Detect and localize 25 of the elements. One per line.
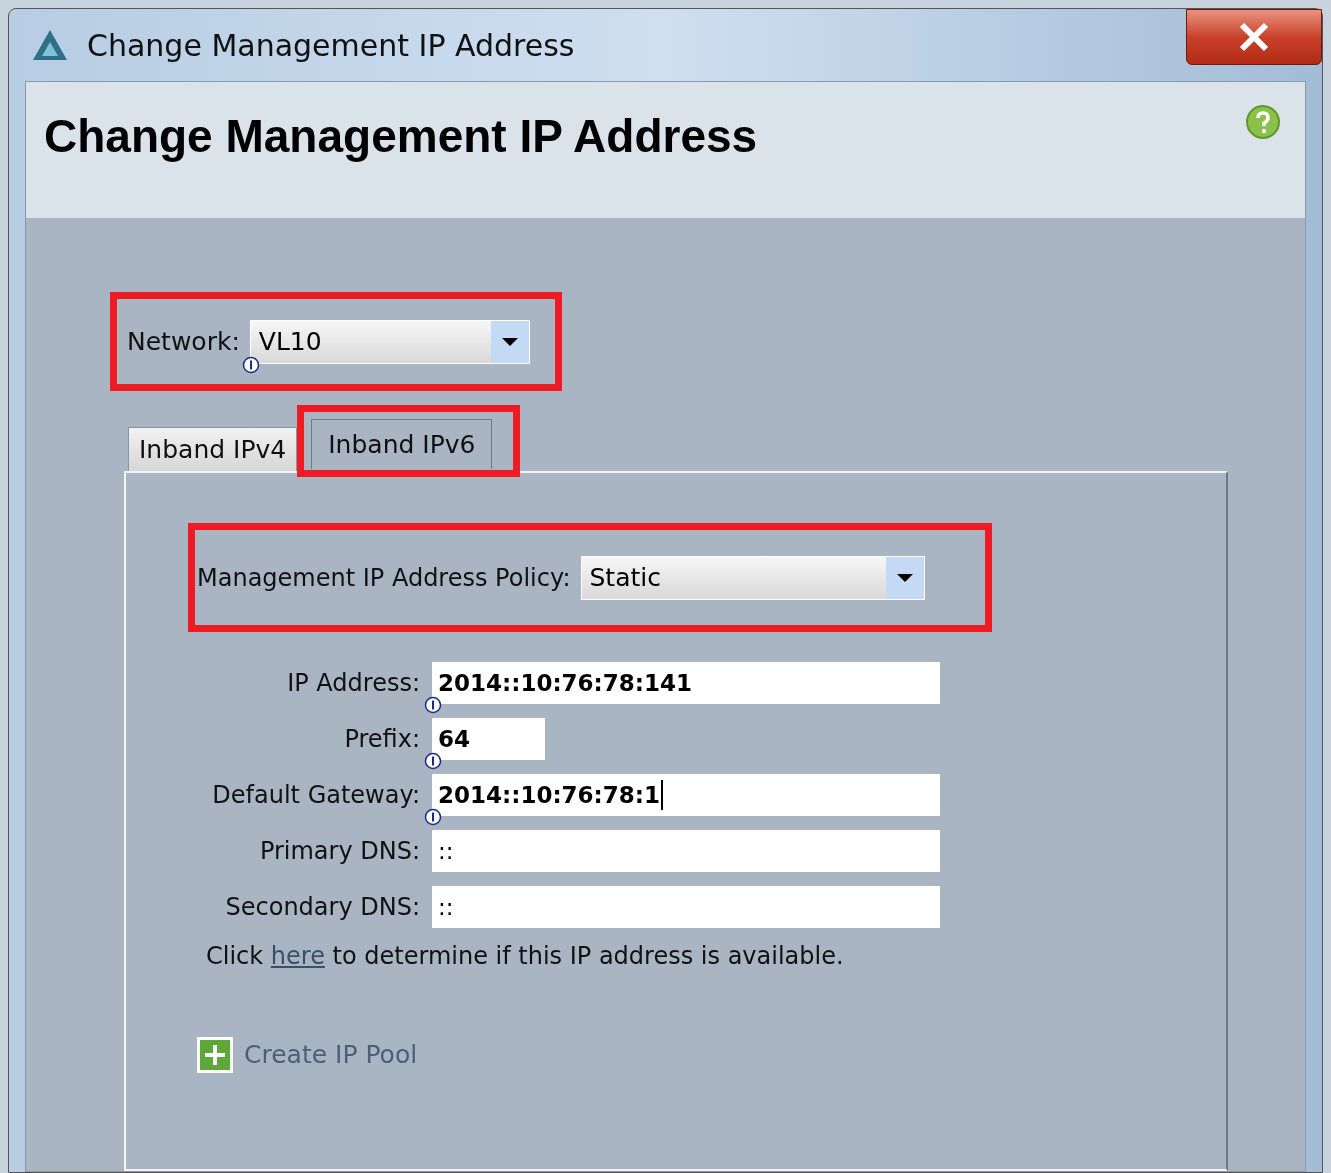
dialog-heading: Change Management IP Address (44, 109, 758, 164)
text-field[interactable]: 2014::10:76:78:1 (432, 774, 940, 816)
app-logo-icon (31, 28, 69, 62)
policy-dropdown[interactable]: Static (580, 555, 925, 600)
policy-label: Management IP Address Policy: (197, 562, 571, 594)
field-label: Prefix: (343, 724, 421, 755)
field-label: Secondary DNS: (224, 892, 421, 923)
network-dropdown[interactable]: VL10 (249, 319, 530, 364)
field-label: Primary DNS: (258, 836, 421, 867)
text-field[interactable]: 2014::10:76:78:141 (432, 662, 940, 704)
help-icon[interactable] (1245, 104, 1281, 140)
field-label: Default Gateway: (211, 780, 421, 811)
tab[interactable]: Inband IPv4 (128, 427, 298, 471)
text-field[interactable]: :: (432, 886, 940, 928)
availability-note: Click here to determine if this IP address is available. (206, 941, 845, 972)
field-label: IP Address: (286, 668, 421, 699)
close-icon (1237, 22, 1271, 52)
tab[interactable]: Inband IPv6 (311, 419, 493, 469)
window-title: Change Management IP Address (87, 26, 575, 65)
check-link[interactable]: here (270, 942, 325, 970)
text-field[interactable]: 64 (432, 718, 545, 760)
network-label: Network: (127, 325, 240, 358)
text-field[interactable]: :: (432, 830, 940, 872)
plus-icon (196, 1036, 234, 1074)
close-button[interactable] (1186, 9, 1322, 65)
